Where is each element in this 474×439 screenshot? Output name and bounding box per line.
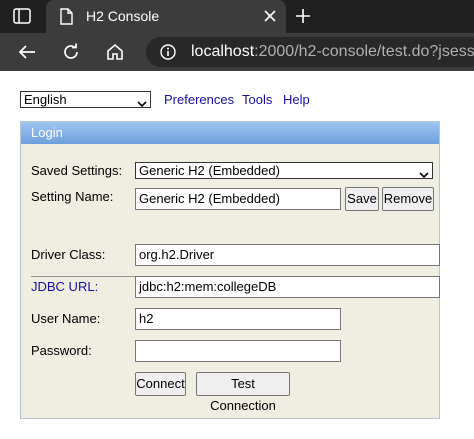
jdbc-url-field[interactable]: jdbc:h2:mem:collegeDB	[135, 276, 440, 298]
site-info-icon[interactable]	[160, 44, 176, 60]
saved-settings-value: Generic H2 (Embedded)	[139, 163, 280, 178]
chevron-down-icon	[419, 167, 429, 182]
user-name-label: User Name:	[31, 311, 101, 326]
saved-settings-label: Saved Settings:	[31, 163, 123, 178]
save-button[interactable]: Save	[345, 187, 379, 211]
setting-name-field[interactable]: Generic H2 (Embedded)	[135, 188, 341, 210]
test-connection-button[interactable]: Test Connection	[196, 372, 290, 413]
new-tab-icon[interactable]	[292, 5, 314, 27]
chevron-down-icon	[137, 96, 147, 111]
driver-class-field[interactable]: org.h2.Driver	[135, 244, 440, 266]
language-select[interactable]: English	[20, 91, 151, 108]
help-link[interactable]: Help	[283, 92, 310, 107]
password-field[interactable]	[135, 340, 341, 362]
tools-link[interactable]: Tools	[242, 92, 272, 107]
login-header: Login	[21, 122, 439, 144]
remove-button[interactable]: Remove	[382, 187, 434, 211]
driver-class-label: Driver Class:	[31, 247, 106, 262]
url-path: :2000/h2-console/test.do?jsessionid=	[254, 43, 474, 60]
page-icon	[58, 8, 74, 25]
user-name-field[interactable]: h2	[135, 308, 341, 330]
jdbc-url-link[interactable]: JDBC URL:	[31, 279, 98, 294]
page-content: English Preferences Tools Help Login Sav…	[0, 71, 474, 439]
tab-actions-icon[interactable]	[8, 5, 36, 27]
tab-title: H2 Console	[86, 8, 160, 24]
browser-tabstrip: H2 Console	[0, 0, 474, 33]
reload-icon[interactable]	[58, 40, 84, 64]
close-icon[interactable]	[260, 6, 280, 26]
saved-settings-select[interactable]: Generic H2 (Embedded)	[135, 162, 433, 179]
connect-button[interactable]: Connect	[135, 372, 186, 396]
password-label: Password:	[31, 343, 92, 358]
address-bar[interactable]: localhost:2000/h2-console/test.do?jsessi…	[146, 37, 474, 67]
login-panel: Login Saved Settings: Generic H2 (Embedd…	[20, 121, 440, 419]
url-host: localhost	[191, 43, 255, 60]
home-icon[interactable]	[102, 40, 128, 64]
tab-h2-console[interactable]: H2 Console	[46, 0, 286, 33]
browser-toolbar: localhost:2000/h2-console/test.do?jsessi…	[0, 33, 474, 71]
back-arrow-icon[interactable]	[14, 40, 40, 64]
setting-name-label: Setting Name:	[31, 189, 114, 204]
language-select-value: English	[24, 92, 67, 107]
preferences-link[interactable]: Preferences	[164, 92, 234, 107]
url-text: localhost:2000/h2-console/test.do?jsessi…	[191, 43, 474, 61]
